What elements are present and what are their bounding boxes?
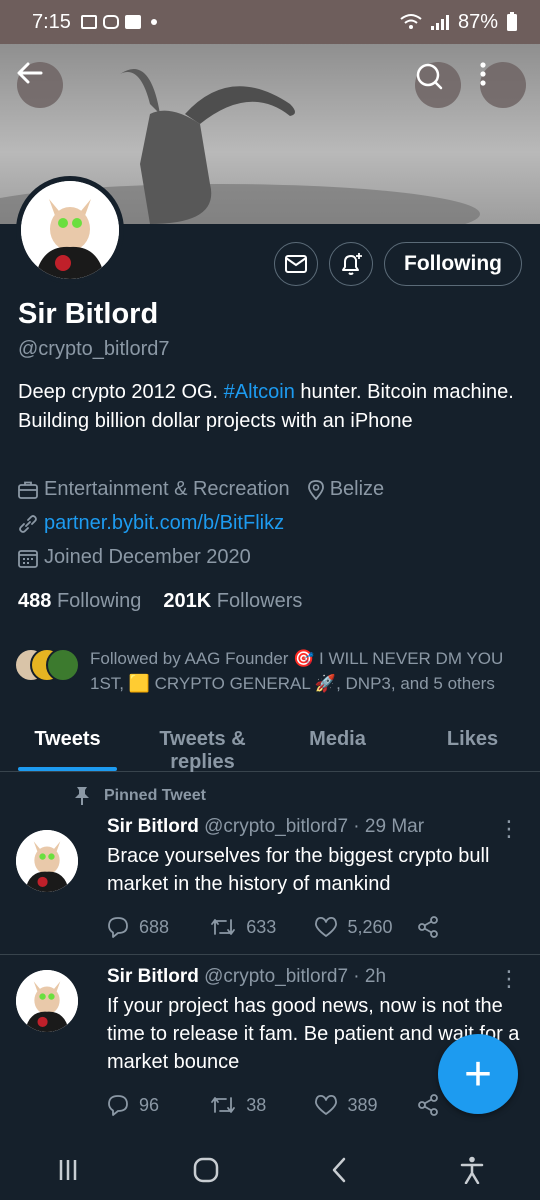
reply-button[interactable]: 688 bbox=[107, 916, 210, 938]
retweet-count: 633 bbox=[246, 916, 277, 937]
tab-media[interactable]: Media bbox=[270, 718, 405, 771]
discord-icon bbox=[102, 15, 119, 29]
tweet-author[interactable]: Sir Bitlord bbox=[107, 966, 199, 987]
location-pin-icon bbox=[307, 479, 324, 500]
hashtag-link[interactable]: #Altcoin bbox=[224, 381, 295, 403]
profile-name: Sir Bitlord bbox=[18, 298, 159, 330]
profile-website-link[interactable]: partner.bybit.com/b/BitFlikz bbox=[44, 512, 284, 535]
tab-tweets-replies[interactable]: Tweets & replies bbox=[135, 718, 270, 773]
more-vertical-icon bbox=[480, 62, 486, 86]
arrow-left-icon bbox=[17, 62, 43, 84]
tweet-text: Brace yourselves for the biggest crypto … bbox=[107, 845, 490, 895]
search-button[interactable] bbox=[415, 62, 461, 108]
signal-icon bbox=[430, 15, 449, 30]
tweet-meta: @crypto_bitlord7 · 2h bbox=[198, 966, 387, 987]
reply-icon bbox=[108, 917, 128, 938]
pin-icon bbox=[75, 787, 89, 805]
status-bar: 7:15 87% bbox=[0, 0, 540, 44]
back-button[interactable] bbox=[17, 62, 63, 108]
profile-website-row: partner.bybit.com/b/BitFlikz bbox=[18, 512, 284, 535]
profile-handle: @crypto_bitlord7 bbox=[18, 338, 170, 360]
tab-likes[interactable]: Likes bbox=[405, 718, 540, 771]
share-icon bbox=[417, 1094, 438, 1116]
tweet-divider bbox=[0, 954, 540, 955]
bio-text: Deep crypto 2012 OG. bbox=[18, 381, 224, 403]
like-button[interactable]: 5,260 bbox=[314, 916, 417, 938]
briefcase-icon bbox=[18, 481, 38, 499]
message-button[interactable] bbox=[274, 242, 318, 286]
tweet-header: Sir Bitlord @crypto_bitlord7 · 2h bbox=[107, 966, 520, 988]
like-button[interactable]: 389 bbox=[314, 1094, 417, 1116]
tweet-avatar[interactable] bbox=[16, 830, 78, 892]
tweet-meta: @crypto_bitlord7 · 29 Mar bbox=[198, 816, 425, 837]
link-icon bbox=[19, 514, 37, 533]
share-button[interactable] bbox=[417, 916, 520, 938]
followers-stat[interactable]: 201K Followers bbox=[163, 590, 302, 613]
followed-by-row[interactable]: Followed by AAG Founder 🎯 I WILL NEVER D… bbox=[14, 646, 520, 696]
profile-stats: 488 Following 201K Followers bbox=[18, 590, 302, 613]
bell-plus-icon bbox=[342, 253, 362, 275]
following-count: 488 bbox=[18, 590, 52, 612]
profile-avatar[interactable] bbox=[16, 176, 124, 284]
avatar-illustration bbox=[16, 830, 78, 892]
system-nav-bar bbox=[0, 1140, 540, 1200]
retweet-icon bbox=[211, 919, 236, 935]
calendar-icon bbox=[18, 549, 38, 568]
retweet-icon bbox=[211, 1097, 236, 1113]
heart-icon bbox=[314, 916, 337, 937]
like-count: 389 bbox=[347, 1094, 378, 1115]
following-stat[interactable]: 488 Following bbox=[18, 590, 141, 613]
notifications-button[interactable] bbox=[329, 242, 373, 286]
followed-by-text: Followed by AAG Founder 🎯 I WILL NEVER D… bbox=[90, 649, 504, 693]
followers-label: Followers bbox=[216, 590, 303, 612]
notification-dot-icon bbox=[150, 19, 157, 25]
retweet-count: 38 bbox=[246, 1094, 267, 1115]
tweet-header: Sir Bitlord @crypto_bitlord7 · 29 Mar bbox=[107, 816, 520, 838]
back-nav-icon[interactable] bbox=[331, 1157, 347, 1183]
profile-joined: Joined December 2020 bbox=[44, 546, 251, 568]
tab-tweets[interactable]: Tweets bbox=[0, 718, 135, 771]
reply-count: 96 bbox=[139, 1094, 160, 1115]
gallery-icon bbox=[80, 15, 97, 29]
reply-icon bbox=[108, 1095, 128, 1116]
profile-bio: Deep crypto 2012 OG. #Altcoin hunter. Bi… bbox=[18, 378, 518, 436]
reply-count: 688 bbox=[139, 916, 170, 937]
home-icon[interactable] bbox=[193, 1157, 219, 1183]
profile-category: Entertainment & Recreation bbox=[44, 478, 290, 500]
mail-icon bbox=[285, 255, 307, 273]
accessibility-icon[interactable] bbox=[460, 1156, 484, 1184]
youtube-icon bbox=[124, 15, 141, 29]
share-icon bbox=[417, 916, 438, 938]
like-count: 5,260 bbox=[347, 916, 393, 937]
retweet-button[interactable]: 633 bbox=[210, 916, 313, 938]
tweet-author[interactable]: Sir Bitlord bbox=[107, 816, 199, 837]
avatar-illustration bbox=[21, 181, 119, 279]
more-options-button[interactable] bbox=[480, 62, 526, 108]
compose-tweet-button[interactable]: + bbox=[438, 1034, 518, 1114]
profile-meta-row: Entertainment & Recreation Belize bbox=[18, 478, 384, 501]
avatar-illustration bbox=[16, 970, 78, 1032]
following-button[interactable]: Following bbox=[384, 242, 522, 286]
retweet-button[interactable]: 38 bbox=[210, 1094, 313, 1116]
tweet-avatar[interactable] bbox=[16, 970, 78, 1032]
profile-location: Belize bbox=[329, 478, 385, 500]
pinned-text: Pinned Tweet bbox=[104, 787, 206, 804]
profile-joined-row: Joined December 2020 bbox=[18, 546, 251, 569]
recent-apps-icon[interactable] bbox=[56, 1158, 80, 1182]
wifi-icon bbox=[400, 14, 422, 29]
status-time: 7:15 bbox=[32, 10, 71, 33]
followers-count: 201K bbox=[163, 590, 212, 612]
pinned-label: Pinned Tweet bbox=[74, 786, 206, 806]
battery-level: 87% bbox=[457, 10, 498, 33]
battery-icon bbox=[507, 12, 517, 31]
profile-tabs: Tweets Tweets & replies Media Likes bbox=[0, 718, 540, 773]
following-label: Following bbox=[56, 590, 142, 612]
reply-button[interactable]: 96 bbox=[107, 1094, 210, 1116]
search-icon bbox=[416, 63, 443, 90]
mutual-avatar bbox=[46, 648, 80, 682]
tweet-actions: 688 633 5,260 bbox=[107, 916, 520, 938]
mutual-avatars bbox=[14, 646, 80, 682]
heart-icon bbox=[314, 1094, 337, 1115]
